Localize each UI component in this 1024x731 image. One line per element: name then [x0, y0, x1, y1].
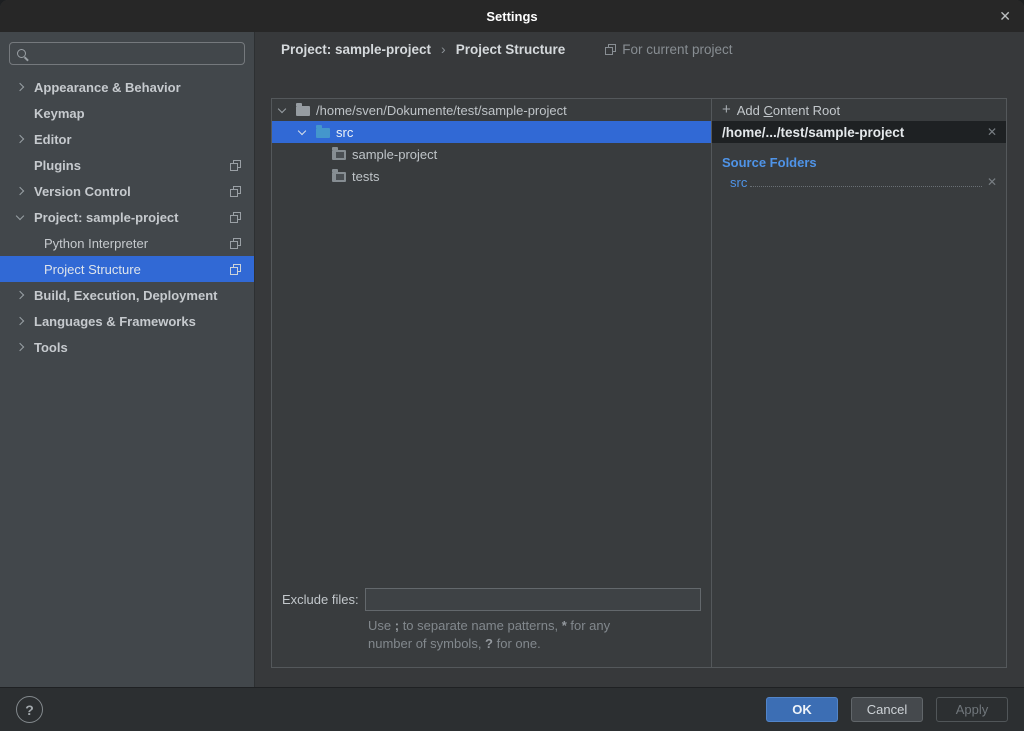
chevron-down-icon	[16, 212, 24, 220]
exclude-files-help: Use ; to separate name patterns, * for a…	[368, 617, 701, 653]
sidebar-item-label: Version Control	[34, 184, 131, 199]
directory-tree-pane: /home/sven/Dokumente/test/sample-project…	[272, 99, 712, 667]
sidebar-item-label: Python Interpreter	[44, 236, 148, 251]
exclude-files-input[interactable]	[365, 588, 701, 611]
sidebar-item-appearance-behavior[interactable]: Appearance & Behavior	[0, 74, 254, 100]
sidebar-item-label: Build, Execution, Deployment	[34, 288, 217, 303]
sidebar-item-build-execution-deployment[interactable]: Build, Execution, Deployment	[0, 282, 254, 308]
settings-dialog: Settings ✕ Appearance & Behavior Keymap	[0, 0, 1024, 731]
title-bar: Settings ✕	[0, 0, 1024, 32]
source-folder-name: src	[730, 175, 747, 190]
tree-row-sample-project[interactable]: sample-project	[272, 143, 711, 165]
sidebar-item-version-control[interactable]: Version Control	[0, 178, 254, 204]
sidebar-item-label: Project: sample-project	[34, 210, 179, 225]
source-folders-title: Source Folders	[722, 152, 1006, 172]
settings-sidebar: Appearance & Behavior Keymap Editor Plug…	[0, 32, 255, 687]
content-root-path: /home/.../test/sample-project	[722, 125, 904, 140]
sidebar-item-label: Plugins	[34, 158, 81, 173]
remove-source-folder-icon[interactable]: ✕	[987, 175, 997, 189]
close-icon[interactable]: ✕	[999, 0, 1011, 32]
sidebar-item-keymap[interactable]: Keymap	[0, 100, 254, 126]
sidebar-item-project-sample-project[interactable]: Project: sample-project	[0, 204, 254, 230]
cancel-button[interactable]: Cancel	[851, 697, 923, 722]
search-box[interactable]	[9, 42, 245, 65]
source-folder-icon	[316, 128, 330, 138]
current-project-icon	[230, 212, 241, 223]
exclude-files-section: Exclude files: Use ; to separate name pa…	[272, 588, 711, 667]
project-structure-panel: /home/sven/Dokumente/test/sample-project…	[271, 98, 1007, 668]
breadcrumb-project[interactable]: Project: sample-project	[281, 42, 431, 57]
ok-button[interactable]: OK	[766, 697, 838, 722]
sidebar-item-label: Appearance & Behavior	[34, 80, 181, 95]
current-project-icon	[230, 186, 241, 197]
sidebar-item-tools[interactable]: Tools	[0, 334, 254, 360]
folder-icon	[296, 106, 310, 116]
chevron-right-icon	[16, 343, 24, 351]
sidebar-item-label: Languages & Frameworks	[34, 314, 196, 329]
sidebar-item-label: Keymap	[34, 106, 85, 121]
chevron-right-icon	[16, 317, 24, 325]
current-project-icon	[230, 238, 241, 249]
chevron-right-icon	[16, 83, 24, 91]
sidebar-item-label: Editor	[34, 132, 72, 147]
tree-row-content-root[interactable]: /home/sven/Dokumente/test/sample-project	[272, 99, 711, 121]
chevron-right-icon	[16, 135, 24, 143]
sidebar-item-label: Tools	[34, 340, 68, 355]
sidebar-item-project-structure[interactable]: Project Structure	[0, 256, 254, 282]
remove-content-root-icon[interactable]: ✕	[987, 125, 997, 139]
tree-row-src[interactable]: src	[272, 121, 711, 143]
content-roots-pane: + Add Content Root /home/.../test/sample…	[712, 99, 1006, 667]
breadcrumb-page: Project Structure	[456, 42, 566, 57]
tree-row-label: tests	[352, 169, 379, 184]
tree-row-label: /home/sven/Dokumente/test/sample-project	[316, 103, 567, 118]
help-button[interactable]: ?	[16, 696, 43, 723]
dotted-leader	[750, 186, 982, 187]
add-content-root-button[interactable]: + Add Content Root	[712, 99, 1006, 121]
dialog-footer: ? OK Cancel Apply	[0, 687, 1024, 731]
plus-icon: +	[722, 101, 731, 118]
tree-row-tests[interactable]: tests	[272, 165, 711, 187]
search-input[interactable]	[32, 46, 237, 61]
chevron-right-icon	[16, 187, 24, 195]
current-project-icon	[230, 160, 241, 171]
current-project-icon	[230, 264, 241, 275]
folder-icon	[332, 172, 346, 182]
chevron-down-icon[interactable]	[278, 105, 286, 113]
chevron-right-icon	[16, 291, 24, 299]
search-icon	[17, 49, 26, 58]
sidebar-nav: Appearance & Behavior Keymap Editor Plug…	[0, 74, 254, 360]
add-content-root-label: Add Content Root	[737, 103, 840, 118]
context-note: For current project	[605, 42, 732, 57]
sidebar-item-languages-frameworks[interactable]: Languages & Frameworks	[0, 308, 254, 334]
current-project-icon	[605, 44, 616, 55]
context-note-label: For current project	[622, 42, 732, 57]
source-folder-row[interactable]: src ✕	[712, 172, 1006, 192]
folder-icon	[332, 150, 346, 160]
window-title: Settings	[486, 9, 537, 24]
content-root-row[interactable]: /home/.../test/sample-project ✕	[712, 121, 1006, 143]
exclude-files-label: Exclude files:	[282, 592, 359, 607]
settings-content: Project: sample-project › Project Struct…	[255, 32, 1024, 687]
breadcrumb-separator: ›	[441, 41, 446, 57]
tree-row-label: sample-project	[352, 147, 437, 162]
sidebar-item-label: Project Structure	[44, 262, 141, 277]
sidebar-item-plugins[interactable]: Plugins	[0, 152, 254, 178]
breadcrumb: Project: sample-project › Project Struct…	[281, 41, 733, 57]
chevron-down-icon[interactable]	[298, 127, 306, 135]
sidebar-item-python-interpreter[interactable]: Python Interpreter	[0, 230, 254, 256]
tree-row-label: src	[336, 125, 353, 140]
sidebar-item-editor[interactable]: Editor	[0, 126, 254, 152]
apply-button[interactable]: Apply	[936, 697, 1008, 722]
